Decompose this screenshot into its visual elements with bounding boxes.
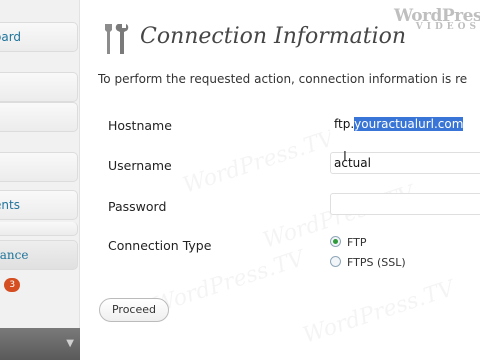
radio-ftp[interactable]: FTP (330, 236, 367, 249)
hostname-field[interactable]: ftp.youractualurl.com (330, 113, 480, 135)
sidebar-item-dashboard[interactable]: oard (0, 22, 78, 52)
sidebar-item-label: ents (0, 198, 20, 212)
page-title: Connection Information (140, 24, 407, 49)
sidebar-item-4[interactable] (0, 152, 78, 182)
username-label: Username (108, 158, 172, 173)
update-count-badge: 3 (4, 277, 21, 292)
tools-icon (105, 24, 129, 54)
sidebar-item-appearance[interactable]: rance (0, 240, 78, 270)
hostname-prefix: ftp. (334, 117, 355, 131)
proceed-button[interactable]: Proceed (99, 298, 169, 322)
sidebar-item-6[interactable] (0, 222, 78, 236)
sidebar-item-label: oard (0, 30, 22, 44)
triangle-down-icon[interactable]: ▼ (66, 338, 74, 349)
radio-ftps[interactable]: FTPS (SSL) (330, 256, 406, 269)
radio-checked-icon[interactable] (330, 236, 341, 247)
watermark-faint: WordPress.TV (300, 276, 457, 348)
wordpress-tv-logo: WordPress VIDEOS (394, 6, 480, 32)
text-cursor-icon: I (343, 150, 347, 165)
admin-sidebar: oard ents rance s3 ▼ (0, 0, 80, 360)
sidebar-item-label: rance (0, 248, 29, 262)
username-value: actual (334, 156, 371, 170)
intro-text: To perform the requested action, connect… (98, 72, 468, 86)
hostname-selection: youractualurl.com (354, 117, 464, 131)
password-label: Password (108, 199, 167, 214)
radio-unchecked-icon[interactable] (330, 256, 341, 267)
sidebar-item-2[interactable] (0, 72, 78, 102)
sidebar-item-comments[interactable]: ents (0, 190, 78, 220)
sidebar-item-plugins[interactable]: s3 (0, 270, 78, 300)
watermark-faint: WordPress.TV (180, 126, 337, 198)
watermark-faint: WordPress.TV (150, 246, 307, 318)
password-field[interactable] (330, 193, 480, 215)
radio-ftps-label: FTPS (SSL) (347, 256, 406, 269)
connection-type-label: Connection Type (108, 238, 212, 253)
sidebar-item-3[interactable] (0, 102, 78, 132)
radio-ftp-label: FTP (347, 236, 367, 249)
sidebar-collapse-bar[interactable]: ▼ (0, 328, 80, 360)
hostname-label: Hostname (108, 118, 172, 133)
username-field[interactable]: actual (330, 152, 480, 174)
